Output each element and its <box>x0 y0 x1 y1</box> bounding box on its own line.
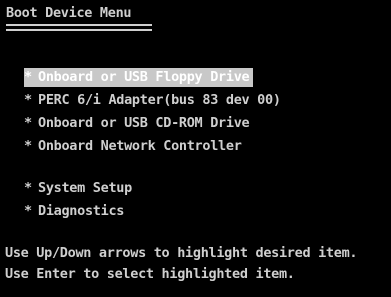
bullet-icon: * <box>24 115 32 131</box>
bullet-icon: * <box>24 138 32 154</box>
bullet-icon: * <box>24 92 32 108</box>
menu-item-label: Onboard or USB CD-ROM Drive <box>38 115 250 131</box>
title-underline <box>6 24 152 31</box>
menu-item-usb-cdrom[interactable]: * Onboard or USB CD-ROM Drive <box>24 114 250 133</box>
menu-item-usb-floppy[interactable]: * Onboard or USB Floppy Drive <box>24 68 254 87</box>
menu-item-system-setup[interactable]: * System Setup <box>24 179 132 198</box>
help-text-navigate: Use Up/Down arrows to highlight desired … <box>5 245 358 261</box>
menu-item-label: System Setup <box>38 180 132 196</box>
menu-item-label: Onboard Network Controller <box>38 138 242 154</box>
page-title: Boot Device Menu <box>6 5 132 21</box>
menu-item-network-controller[interactable]: * Onboard Network Controller <box>24 137 242 156</box>
help-text-select: Use Enter to select highlighted item. <box>5 266 295 282</box>
bullet-icon: * <box>24 203 32 219</box>
menu-item-diagnostics[interactable]: * Diagnostics <box>24 202 124 221</box>
bullet-icon: * <box>24 69 32 85</box>
menu-item-perc-adapter[interactable]: * PERC 6/i Adapter(bus 83 dev 00) <box>24 91 281 110</box>
bullet-icon: * <box>24 180 32 196</box>
boot-device-menu-screen: Boot Device Menu * Onboard or USB Floppy … <box>0 0 391 297</box>
menu-item-label: Onboard or USB Floppy Drive <box>38 69 250 85</box>
menu-item-label: PERC 6/i Adapter(bus 83 dev 00) <box>38 92 281 108</box>
menu-item-label: Diagnostics <box>38 203 125 219</box>
